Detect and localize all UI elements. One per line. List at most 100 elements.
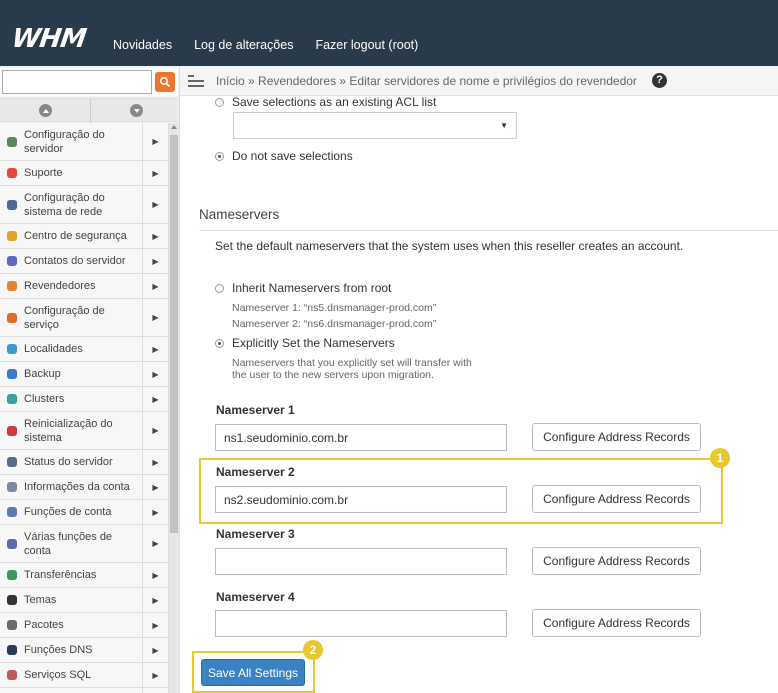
configure-address-records-2-button[interactable]: Configure Address Records <box>532 485 701 513</box>
chevron-right-icon[interactable]: ▶ <box>142 186 168 223</box>
search-button[interactable] <box>155 72 175 92</box>
sidebar-search <box>0 68 178 96</box>
explicit-nameservers-label: Explicitly Set the Nameservers <box>232 336 395 350</box>
chevron-right-icon[interactable]: ▶ <box>142 588 168 612</box>
sidebar-menu: Configuração do servidor ▶ Suporte ▶ Configu… <box>0 123 168 693</box>
chevron-right-icon[interactable]: ▶ <box>142 299 168 336</box>
sidebar-item[interactable]: Transferências ▶ <box>0 563 168 588</box>
chevron-right-icon[interactable]: ▶ <box>142 450 168 474</box>
save-existing-acl-radio[interactable] <box>215 98 224 107</box>
explicit-note-line-1: Nameservers that you explicitly set will… <box>232 357 472 369</box>
sidebar-item-label: Contatos do servidor <box>24 255 126 267</box>
sidebar-item-label: Localidades <box>24 343 83 355</box>
step-badge-1: 1 <box>710 448 730 468</box>
chevron-right-icon[interactable]: ▶ <box>142 688 168 693</box>
sidebar-item[interactable]: Backup ▶ <box>0 362 168 387</box>
nameserver-2-input[interactable] <box>215 486 507 513</box>
sidebar-item[interactable]: Configuração do servidor ▶ <box>0 123 168 161</box>
chevron-right-icon[interactable]: ▶ <box>142 161 168 185</box>
nav-changelog-link[interactable]: Log de alterações <box>194 38 293 52</box>
chevron-right-icon[interactable]: ▶ <box>142 274 168 298</box>
sidebar: Configuração do servidor ▶ Suporte ▶ Configu… <box>0 66 180 693</box>
sidebar-search-input[interactable] <box>2 70 152 94</box>
sidebar-item[interactable]: Clusters ▶ <box>0 387 168 412</box>
configure-address-records-1-button[interactable]: Configure Address Records <box>532 423 701 451</box>
sidebar-item[interactable]: Funções de IP▶ <box>0 688 168 693</box>
sidebar-item[interactable]: Funções de conta ▶ <box>0 500 168 525</box>
chevron-right-icon[interactable]: ▶ <box>142 123 168 160</box>
chevron-right-icon[interactable]: ▶ <box>142 362 168 386</box>
chevron-right-icon[interactable]: ▶ <box>142 249 168 273</box>
wrench-icon <box>0 312 24 324</box>
sidebar-scrollbar[interactable] <box>168 123 179 693</box>
inherit-nameservers-radio[interactable] <box>215 284 224 293</box>
acl-list-select[interactable]: ▼ <box>233 112 517 139</box>
sidebar-item[interactable]: Suporte ▶ <box>0 161 168 186</box>
chevron-right-icon[interactable]: ▶ <box>142 387 168 411</box>
nameserver-3-input[interactable] <box>215 548 507 575</box>
contacts-icon <box>0 255 24 267</box>
chevron-right-icon[interactable]: ▶ <box>142 500 168 524</box>
lifebuoy-icon <box>0 167 24 179</box>
nav-logout-link[interactable]: Fazer logout (root) <box>315 38 418 52</box>
help-icon[interactable]: ? <box>652 73 667 88</box>
nameserver-4-label: Nameserver 4 <box>216 590 295 604</box>
scroll-up-icon[interactable] <box>171 125 177 129</box>
chevron-right-icon[interactable]: ▶ <box>142 563 168 587</box>
sidebar-item[interactable]: Reinicialização do sistema ▶ <box>0 412 168 450</box>
multi-account-icon <box>0 538 24 550</box>
sidebar-item[interactable]: Serviços SQL ▶ <box>0 663 168 688</box>
step-badge-2: 2 <box>303 640 323 660</box>
sidebar-item[interactable]: Revendedores ▶ <box>0 274 168 299</box>
chevron-right-icon[interactable]: ▶ <box>142 525 168 562</box>
sidebar-item[interactable]: Contatos do servidor ▶ <box>0 249 168 274</box>
nameservers-section-title: Nameservers <box>199 207 280 222</box>
account-info-icon <box>0 481 24 493</box>
sidebar-item-label: Reinicialização do sistema <box>24 417 113 444</box>
sidebar-item-label: Informações da conta <box>24 481 130 493</box>
chevron-right-icon[interactable]: ▶ <box>142 475 168 499</box>
nameservers-description: Set the default nameservers that the sys… <box>215 239 684 253</box>
configure-address-records-4-button[interactable]: Configure Address Records <box>532 609 701 637</box>
scrollbar-thumb[interactable] <box>170 135 178 533</box>
sidebar-item[interactable]: Configuração do sistema de rede ▶ <box>0 186 168 224</box>
chevron-right-icon[interactable]: ▶ <box>142 638 168 662</box>
nav-news-link[interactable]: Novidades <box>113 38 172 52</box>
inherit-ns2-text: Nameserver 2: “ns6.dnsmanager-prod.com” <box>232 318 437 330</box>
configure-address-records-3-button[interactable]: Configure Address Records <box>532 547 701 575</box>
expand-down-icon[interactable] <box>130 104 143 117</box>
sidebar-item-label: Suporte <box>24 167 63 179</box>
top-nav: Novidades Log de alterações Fazer logout… <box>113 38 418 52</box>
chevron-right-icon[interactable]: ▶ <box>142 663 168 687</box>
sidebar-item[interactable]: Centro de segurança ▶ <box>0 224 168 249</box>
nameserver-1-input[interactable] <box>215 424 507 451</box>
network-icon <box>0 199 24 211</box>
do-not-save-radio[interactable] <box>215 152 224 161</box>
sidebar-item[interactable]: Status do servidor ▶ <box>0 450 168 475</box>
explicit-nameservers-radio[interactable] <box>215 339 224 348</box>
whm-logo[interactable]: WHM <box>10 24 88 54</box>
search-icon <box>159 76 171 88</box>
nameserver-3-label: Nameserver 3 <box>216 527 295 541</box>
section-divider <box>199 230 778 231</box>
menu-toggle-icon[interactable] <box>188 75 204 90</box>
chevron-right-icon[interactable]: ▶ <box>142 412 168 449</box>
sidebar-item[interactable]: Funções DNS ▶ <box>0 638 168 663</box>
chevron-right-icon[interactable]: ▶ <box>142 337 168 361</box>
sidebar-item[interactable]: Informações da conta ▶ <box>0 475 168 500</box>
clusters-icon <box>0 393 24 405</box>
save-all-settings-button[interactable]: Save All Settings <box>201 659 305 686</box>
sidebar-item[interactable]: Pacotes ▶ <box>0 613 168 638</box>
sidebar-item[interactable]: Localidades ▶ <box>0 337 168 362</box>
nameserver-4-input[interactable] <box>215 610 507 637</box>
sidebar-item[interactable]: Temas ▶ <box>0 588 168 613</box>
chevron-right-icon[interactable]: ▶ <box>142 224 168 248</box>
sidebar-item-label: Status do servidor <box>24 456 113 468</box>
breadcrumb[interactable]: Início » Revendedores » Editar servidore… <box>216 74 637 88</box>
sidebar-item[interactable]: Várias funções de conta ▶ <box>0 525 168 563</box>
sidebar-item-label: Configuração do servidor <box>24 128 105 155</box>
sidebar-item-label: Revendedores <box>24 280 96 292</box>
chevron-right-icon[interactable]: ▶ <box>142 613 168 637</box>
sidebar-item[interactable]: Configuração de serviço ▶ <box>0 299 168 337</box>
collapse-up-icon[interactable] <box>39 104 52 117</box>
